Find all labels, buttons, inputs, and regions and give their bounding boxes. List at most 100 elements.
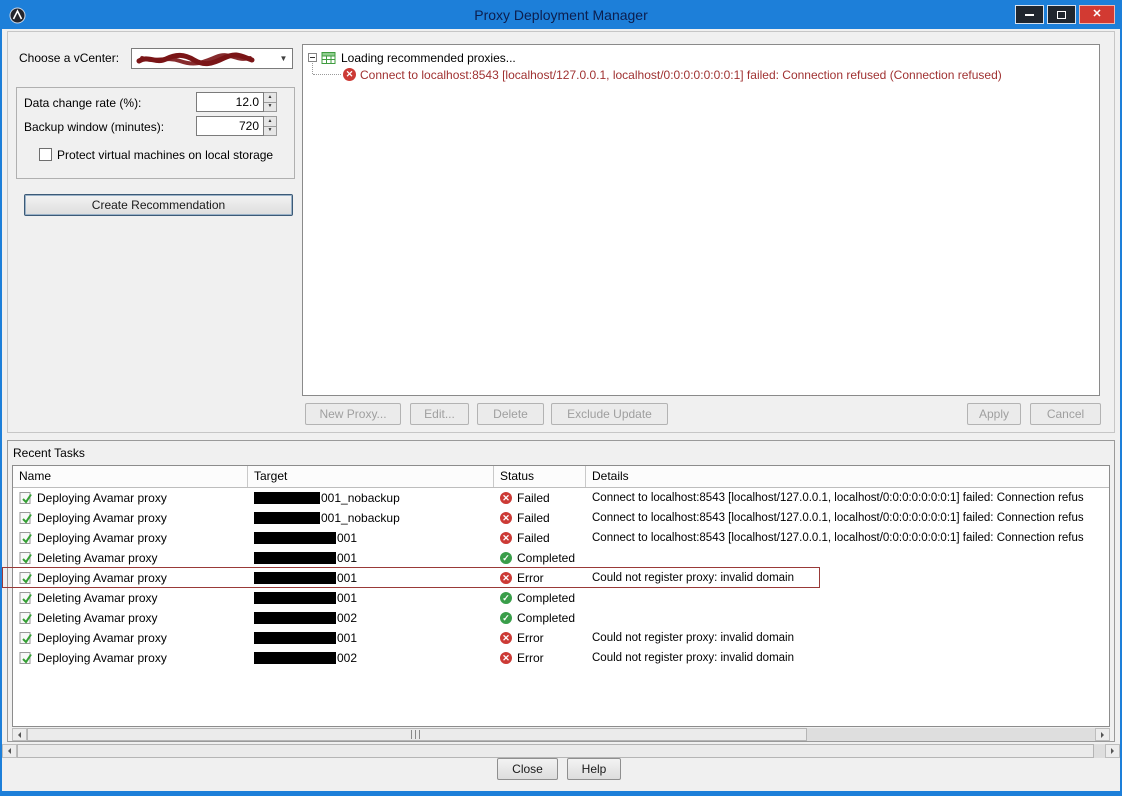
scrollbar-track[interactable] [17,744,1105,758]
task-name-cell: Deploying Avamar proxy [13,628,248,648]
column-header-target[interactable]: Target [248,466,494,487]
close-button[interactable]: Close [497,758,558,780]
scrollbar-track[interactable] [27,728,1095,741]
task-name-cell: Deleting Avamar proxy [13,608,248,628]
scrollbar-grip-icon [411,730,422,739]
vcenter-combobox[interactable]: ▼ [131,48,293,69]
scroll-right-icon[interactable] [1095,728,1110,741]
window-horizontal-scrollbar[interactable] [2,744,1120,758]
task-name: Deploying Avamar proxy [37,531,167,545]
spin-up-icon[interactable]: ▲ [264,92,277,102]
task-status-cell: ✓ Completed [494,588,586,608]
table-row[interactable]: Deploying Avamar proxy 001_nobackup ✕ Fa… [13,488,1109,508]
task-details: Could not register proxy: invalid domain [586,568,1109,588]
task-status: Completed [517,611,575,625]
data-change-rate-spinner: ▲ ▼ [264,92,277,112]
delete-button[interactable]: Delete [477,403,544,425]
task-target-suffix: 002 [337,651,357,665]
new-proxy-button[interactable]: New Proxy... [305,403,401,425]
task-icon [19,531,33,545]
task-status-cell: ✕ Failed [494,488,586,508]
apply-button[interactable]: Apply [967,403,1021,425]
recent-tasks-title: Recent Tasks [13,446,85,460]
task-name-cell: Deploying Avamar proxy [13,648,248,668]
create-recommendation-button[interactable]: Create Recommendation [24,194,293,216]
task-icon [19,651,33,665]
proxy-tree-panel: Loading recommended proxies... ✕ Connect… [302,44,1100,396]
task-target-cell: 001 [248,588,494,608]
status-icon: ✕ [500,512,512,524]
task-name-cell: Deploying Avamar proxy [13,528,248,548]
redaction-bar [254,552,336,564]
task-status: Failed [517,531,550,545]
redaction-bar [254,652,336,664]
vcenter-label: Choose a vCenter: [19,51,119,65]
spin-down-icon[interactable]: ▼ [264,126,277,137]
spin-up-icon[interactable]: ▲ [264,116,277,126]
task-target-cell: 001 [248,548,494,568]
redaction-bar [254,572,336,584]
table-row[interactable]: Deleting Avamar proxy 002 ✓ Completed [13,608,1109,628]
spin-down-icon[interactable]: ▼ [264,102,277,113]
task-name-cell: Deploying Avamar proxy [13,568,248,588]
status-icon: ✓ [500,612,512,624]
table-body: Deploying Avamar proxy 001_nobackup ✕ Fa… [13,488,1109,668]
status-icon: ✕ [500,532,512,544]
task-name: Deploying Avamar proxy [37,511,167,525]
table-row[interactable]: Deploying Avamar proxy 001 ✕ Failed Conn… [13,528,1109,548]
scroll-left-icon[interactable] [12,728,27,741]
task-status-cell: ✕ Failed [494,528,586,548]
task-target-suffix: 001 [337,631,357,645]
backup-window-field: ▲ ▼ [196,116,277,136]
scrollbar-thumb[interactable] [27,728,807,741]
redaction-scribble [136,52,258,67]
protect-local-storage-label: Protect virtual machines on local storag… [57,148,273,162]
exclude-update-button[interactable]: Exclude Update [551,403,668,425]
task-status: Error [517,631,544,645]
table-row[interactable]: Deploying Avamar proxy 001 ✕ Error Could… [13,568,1109,588]
protect-local-storage-checkbox[interactable] [39,148,52,161]
task-status: Completed [517,591,575,605]
titlebar[interactable]: Proxy Deployment Manager ✕ [2,2,1120,29]
column-header-details[interactable]: Details [586,466,1109,487]
table-row[interactable]: Deleting Avamar proxy 001 ✓ Completed [13,588,1109,608]
backup-window-input[interactable] [196,116,264,136]
task-status-cell: ✕ Error [494,568,586,588]
chevron-down-icon[interactable]: ▼ [275,49,292,68]
status-icon: ✕ [500,632,512,644]
table-horizontal-scrollbar[interactable] [12,728,1110,741]
collapse-expander-icon[interactable] [308,53,317,62]
task-details [586,548,1109,568]
help-button[interactable]: Help [567,758,621,780]
scroll-left-icon[interactable] [2,744,17,758]
minimize-button[interactable] [1015,5,1044,24]
edit-button[interactable]: Edit... [410,403,469,425]
maximize-button[interactable] [1047,5,1076,24]
scrollbar-thumb[interactable] [17,744,1094,758]
close-window-button[interactable]: ✕ [1079,5,1115,24]
column-header-name[interactable]: Name [13,466,248,487]
tree-node-root[interactable]: Loading recommended proxies... [308,49,516,66]
table-row[interactable]: Deploying Avamar proxy 001 ✕ Error Could… [13,628,1109,648]
task-target-suffix: 001_nobackup [321,491,400,505]
window-title: Proxy Deployment Manager [2,2,1120,29]
table-row[interactable]: Deploying Avamar proxy 002 ✕ Error Could… [13,648,1109,668]
table-row[interactable]: Deleting Avamar proxy 001 ✓ Completed [13,548,1109,568]
task-status: Error [517,571,544,585]
column-header-status[interactable]: Status [494,466,586,487]
minimize-icon [1025,14,1034,16]
task-name: Deploying Avamar proxy [37,651,167,665]
table-row[interactable]: Deploying Avamar proxy 001_nobackup ✕ Fa… [13,508,1109,528]
status-icon: ✓ [500,552,512,564]
task-status: Failed [517,491,550,505]
task-icon [19,511,33,525]
tree-node-error[interactable]: ✕ Connect to localhost:8543 [localhost/1… [343,66,1002,83]
task-details: Connect to localhost:8543 [localhost/127… [586,488,1109,508]
backup-window-label: Backup window (minutes): [24,120,164,134]
task-status-cell: ✕ Failed [494,508,586,528]
task-target-suffix: 001 [337,591,357,605]
error-icon: ✕ [343,68,356,81]
cancel-button[interactable]: Cancel [1030,403,1101,425]
data-change-rate-input[interactable] [196,92,264,112]
scroll-right-icon[interactable] [1105,744,1120,758]
